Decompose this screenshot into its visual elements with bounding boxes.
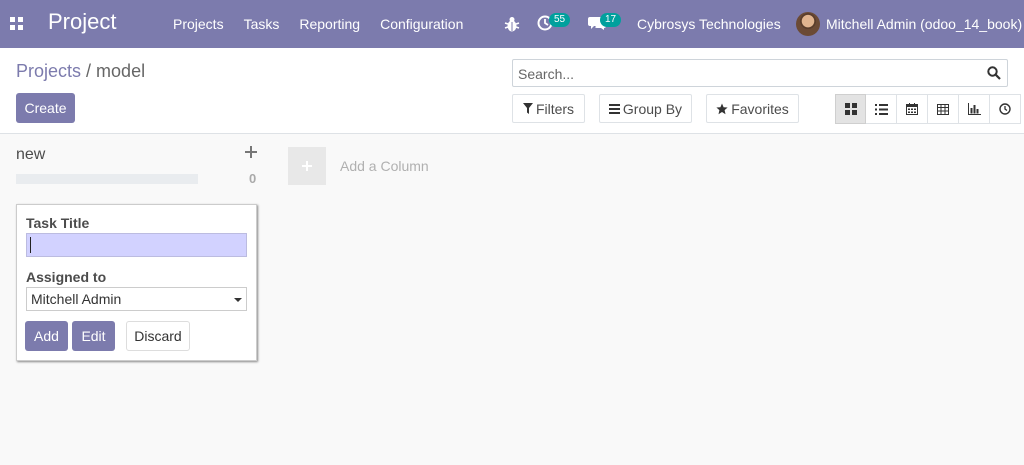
breadcrumb-separator: /	[81, 61, 97, 81]
breadcrumb-projects[interactable]: Projects	[16, 61, 81, 81]
calendar-view-icon	[906, 103, 918, 115]
column-record-count: 0	[249, 171, 257, 186]
caret-down-icon	[234, 298, 242, 302]
discard-button[interactable]: Discard	[126, 321, 190, 351]
edit-button[interactable]: Edit	[72, 321, 115, 351]
bar-chart-icon	[967, 103, 981, 115]
menu-item-configuration[interactable]: Configuration	[370, 0, 473, 48]
star-icon	[716, 103, 728, 114]
kanban-view-icon	[844, 103, 857, 115]
breadcrumb: Projects / model	[16, 61, 145, 82]
assigned-to-select[interactable]: Mitchell Admin	[26, 287, 247, 311]
add-column-label[interactable]: Add a Column	[340, 158, 429, 174]
add-button[interactable]: Add	[25, 321, 68, 351]
menu-item-projects[interactable]: Projects	[163, 0, 234, 48]
breadcrumb-current: model	[96, 61, 146, 81]
plus-icon	[302, 161, 312, 171]
apps-menu-icon[interactable]	[10, 17, 23, 30]
search-input[interactable]	[518, 65, 978, 83]
user-menu[interactable]: Mitchell Admin (odoo_14_book)	[826, 16, 1022, 32]
favorites-button[interactable]: Favorites	[706, 94, 799, 123]
task-title-input[interactable]	[26, 233, 247, 257]
company-switcher[interactable]: Cybrosys Technologies	[637, 16, 781, 32]
filters-button[interactable]: Filters	[512, 94, 585, 123]
view-calendar-button[interactable]	[897, 94, 928, 124]
add-column-button[interactable]	[288, 147, 326, 185]
group-by-button[interactable]: Group By	[599, 94, 692, 123]
view-list-button[interactable]	[866, 94, 897, 124]
assigned-to-label: Assigned to	[26, 269, 107, 285]
user-avatar[interactable]	[796, 12, 820, 36]
app-brand[interactable]: Project	[48, 9, 116, 35]
control-panel: Projects / model Create Filters Group By…	[0, 48, 1024, 134]
view-kanban-button[interactable]	[835, 94, 866, 124]
pivot-table-icon	[937, 103, 949, 115]
bars-icon	[608, 103, 620, 114]
task-title-label: Task Title	[26, 215, 90, 231]
view-pivot-button[interactable]	[928, 94, 959, 124]
column-quick-add-icon[interactable]	[245, 146, 257, 158]
search-icon[interactable]	[987, 66, 1001, 80]
view-graph-button[interactable]	[959, 94, 990, 124]
menu-item-tasks[interactable]: Tasks	[234, 0, 290, 48]
top-navbar: Project Projects Tasks Reporting Configu…	[0, 0, 1024, 48]
quick-create-form: Task Title Assigned to Mitchell Admin Ad…	[16, 204, 257, 361]
assigned-to-value: Mitchell Admin	[31, 291, 122, 307]
column-title[interactable]: new	[16, 146, 45, 164]
column-progress-bar	[16, 174, 198, 184]
view-activity-button[interactable]	[990, 94, 1021, 124]
view-switcher	[835, 94, 1021, 124]
kanban-board: new 0 Task Title Assigned to Mitchell Ad…	[0, 134, 1024, 465]
search-bar	[512, 59, 1008, 87]
menu-item-reporting[interactable]: Reporting	[289, 0, 370, 48]
main-menu: Projects Tasks Reporting Configuration	[163, 0, 473, 48]
filter-funnel-icon	[522, 103, 533, 114]
message-count-badge: 17	[600, 13, 622, 27]
group-by-label: Group By	[622, 100, 683, 117]
activity-count-badge: 55	[549, 13, 571, 27]
list-view-icon	[874, 103, 888, 115]
bug-icon[interactable]	[504, 15, 520, 33]
filters-label: Filters	[535, 100, 575, 117]
text-cursor	[30, 237, 31, 253]
create-button[interactable]: Create	[16, 93, 75, 123]
activity-view-clock-icon	[999, 103, 1011, 115]
favorites-label: Favorites	[731, 100, 789, 117]
